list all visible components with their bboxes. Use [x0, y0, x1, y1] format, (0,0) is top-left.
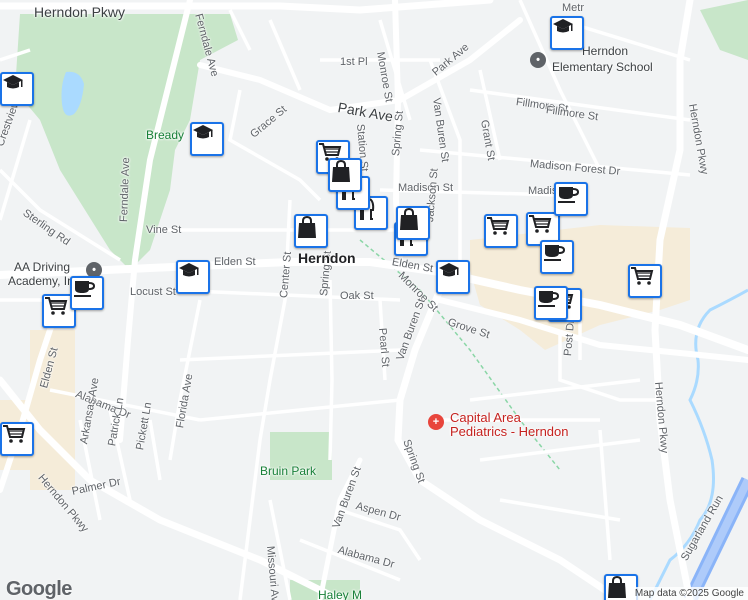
road-minor-15 — [328, 279, 334, 461]
hospital-pin-icon[interactable]: + — [428, 414, 444, 430]
grocery-4-marker[interactable] — [628, 264, 662, 298]
label-oak-st: Oak St — [340, 290, 374, 302]
map-attribution[interactable]: Map data ©2025 Google — [630, 587, 748, 600]
shop-1-marker[interactable] — [294, 214, 328, 248]
cafe-3-marker[interactable] — [534, 286, 568, 320]
road-minor-22 — [148, 419, 162, 481]
label-ferndale-ave: Ferndale Ave — [118, 157, 133, 223]
road-minor-31 — [479, 438, 641, 462]
place-capital-area-line2[interactable]: Pediatrics - Herndon — [450, 424, 569, 439]
road-minor-23 — [199, 398, 401, 422]
school-4-marker[interactable] — [176, 260, 210, 294]
school-3-marker[interactable] — [550, 16, 584, 50]
label-vine-st: Vine St — [146, 224, 182, 236]
place-bruin-park[interactable]: Bruin Park — [260, 464, 316, 478]
label-locust-st: Locust St — [130, 286, 176, 298]
cafe-2-marker[interactable] — [540, 240, 574, 274]
place-capital-area-line1[interactable]: Capital Area — [450, 410, 521, 425]
place-aa-driving-line1[interactable]: AA Driving — [14, 260, 70, 274]
place-herndon[interactable]: Herndon — [298, 250, 356, 266]
road-minor-4 — [228, 89, 322, 202]
shop-3-marker[interactable] — [328, 158, 362, 192]
map-canvas[interactable]: Herndon Pkwy Ferndale Ave Park Ave Park … — [0, 0, 748, 600]
place-haley[interactable]: Haley M — [318, 588, 362, 600]
school-2-marker[interactable] — [190, 122, 224, 156]
place-bready[interactable]: Bready — [146, 128, 184, 142]
grocery-2-marker[interactable] — [484, 214, 518, 248]
school-pin-icon[interactable]: • — [530, 52, 546, 68]
shop-2-marker[interactable] — [396, 206, 430, 240]
park-ne — [700, 0, 748, 60]
cafe-4-marker[interactable] — [70, 276, 104, 310]
place-herndon-elem-line1[interactable]: Herndon — [582, 44, 628, 58]
label-herndon-pkwy-top: Herndon Pkwy — [34, 4, 126, 20]
place-herndon-elem-line2[interactable]: Elementary School — [552, 60, 653, 74]
grocery-7-marker[interactable] — [0, 422, 34, 456]
road-minor-32 — [499, 498, 621, 522]
cafe-1-marker[interactable] — [554, 182, 588, 216]
google-logo: Google — [6, 578, 72, 600]
label-metro: Metr — [562, 2, 584, 14]
road-minor-37 — [268, 19, 302, 91]
label-first-pl: 1st Pl — [340, 56, 368, 68]
road-minor-35 — [598, 429, 612, 561]
road-minor-24 — [179, 348, 401, 362]
school-5-marker[interactable] — [436, 260, 470, 294]
school-1-marker[interactable] — [0, 72, 34, 106]
label-elden-st-center: Elden St — [214, 256, 256, 268]
